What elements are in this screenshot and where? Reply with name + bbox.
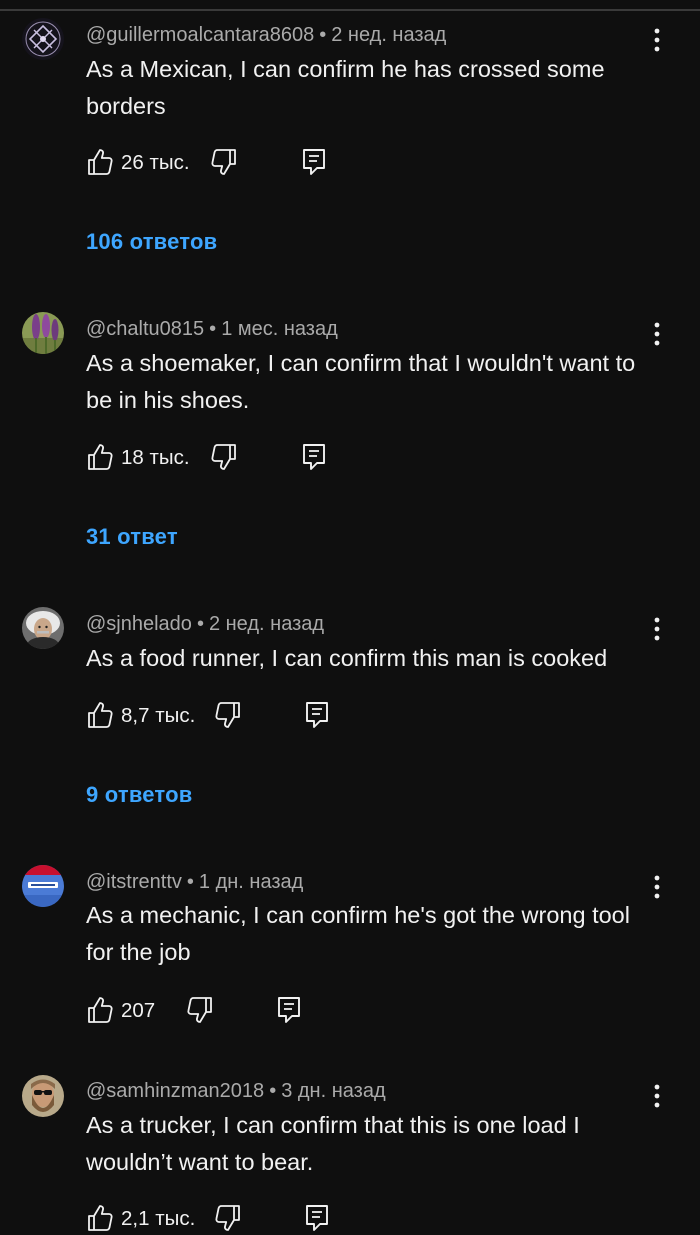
avatar[interactable]: [22, 607, 64, 649]
replies-link[interactable]: 31 ответ: [86, 524, 178, 550]
separator-dot: •: [196, 613, 204, 635]
comment-text: As a Mexican, I can confirm he has cross…: [86, 56, 605, 119]
comment-time: 2 нед. назад: [331, 24, 447, 46]
comment-meta: @sjnhelado • 2 нед. назад: [86, 612, 324, 636]
author-name[interactable]: @itstrenttv: [86, 871, 182, 893]
dislike-icon[interactable]: [214, 1203, 242, 1233]
separator-dot: •: [209, 318, 217, 340]
replies-link[interactable]: 9 ответов: [86, 782, 192, 808]
like-count: 18 тыс.: [121, 446, 190, 469]
dislike-icon[interactable]: [210, 442, 238, 472]
author-name[interactable]: @sjnhelado: [86, 613, 192, 635]
comment-time: 3 дн. назад: [281, 1080, 386, 1102]
reply-icon[interactable]: [301, 147, 327, 177]
more-options-icon[interactable]: [645, 871, 669, 903]
comment-text: As a shoemaker, I can confirm that I wou…: [86, 350, 636, 413]
comment-actions: 18 тыс.: [86, 442, 506, 476]
more-options-icon[interactable]: [645, 24, 669, 56]
reply-icon[interactable]: [304, 1203, 330, 1233]
comment-time: 1 дн. назад: [198, 871, 304, 893]
more-options-icon[interactable]: [645, 318, 669, 350]
comment-time: 1 мес. назад: [221, 318, 338, 340]
avatar[interactable]: [22, 1075, 64, 1117]
like-icon[interactable]: [86, 1203, 114, 1233]
dislike-icon[interactable]: [210, 147, 238, 177]
comment-actions: 207: [86, 995, 506, 1029]
more-options-icon[interactable]: [645, 613, 669, 645]
reply-icon[interactable]: [301, 442, 327, 472]
like-icon[interactable]: [86, 995, 114, 1025]
author-name[interactable]: @guillermoalcantara8608: [86, 24, 314, 46]
comment-meta: @samhinzman2018 • 3 дн. назад: [86, 1079, 386, 1103]
separator-dot: •: [186, 871, 194, 893]
comment-text: As a mechanic, I can confirm he's got th…: [86, 902, 630, 965]
comment-text: As a trucker, I can confirm that this is…: [86, 1112, 580, 1175]
comment-meta: @itstrenttv • 1 дн. назад: [86, 870, 303, 894]
comment-time: 2 нед. назад: [208, 613, 325, 635]
like-icon[interactable]: [86, 700, 114, 730]
comment-meta: @guillermoalcantara8608 • 2 нед. назад: [86, 23, 446, 47]
like-icon[interactable]: [86, 442, 114, 472]
avatar[interactable]: [22, 865, 64, 907]
avatar[interactable]: [22, 18, 64, 60]
like-count: 8,7 тыс.: [121, 704, 196, 727]
top-divider: [0, 9, 700, 11]
like-count: 2,1 тыс.: [121, 1207, 196, 1230]
like-count: 207: [121, 999, 156, 1022]
dislike-icon[interactable]: [186, 995, 214, 1025]
comment-actions: 26 тыс.: [86, 147, 506, 181]
comment-actions: 2,1 тыс.: [86, 1203, 506, 1235]
like-count: 26 тыс.: [121, 151, 190, 174]
comment-actions: 8,7 тыс.: [86, 700, 506, 734]
comment-text: As a food runner, I can confirm this man…: [86, 645, 608, 671]
separator-dot: •: [269, 1080, 277, 1102]
comment-meta: @chaltu0815 • 1 мес. назад: [86, 317, 338, 341]
like-icon[interactable]: [86, 147, 114, 177]
separator-dot: •: [319, 24, 327, 46]
replies-link[interactable]: 106 ответов: [86, 229, 217, 255]
dislike-icon[interactable]: [214, 700, 242, 730]
more-options-icon[interactable]: [645, 1080, 669, 1112]
author-name[interactable]: @samhinzman2018: [86, 1080, 264, 1102]
reply-icon[interactable]: [276, 995, 302, 1025]
author-name[interactable]: @chaltu0815: [86, 318, 204, 340]
avatar[interactable]: [22, 312, 64, 354]
reply-icon[interactable]: [304, 700, 330, 730]
